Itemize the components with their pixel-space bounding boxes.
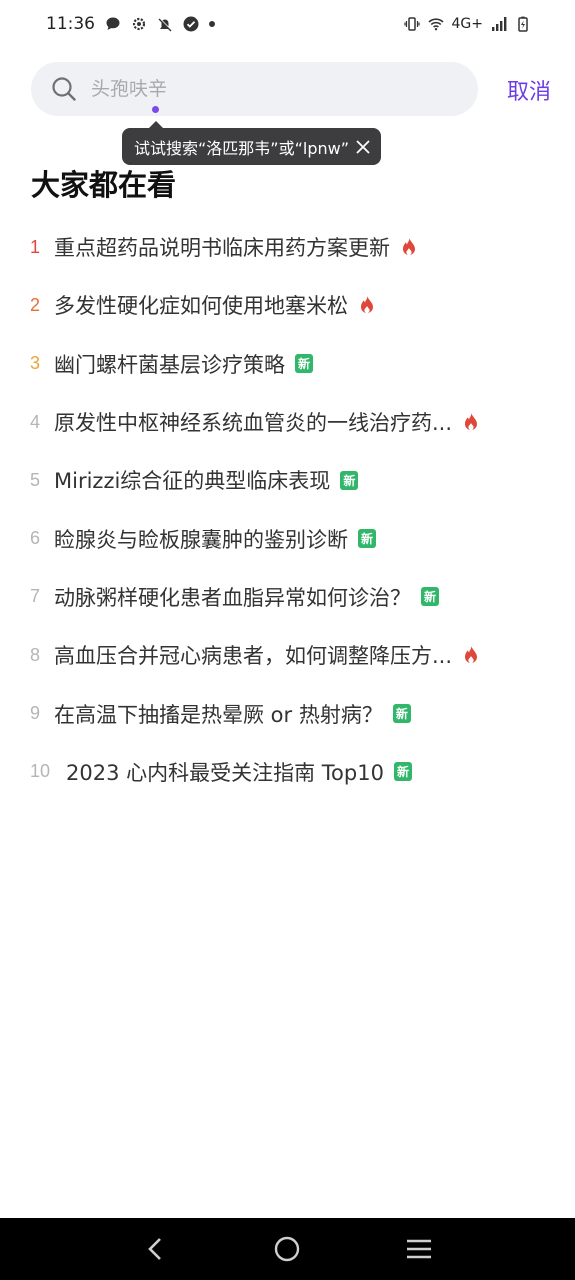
rank-number: 3 [30, 353, 41, 374]
rank-number: 7 [30, 586, 41, 607]
tooltip-text: 试试搜索“洛匹那韦”或“lpnw” [134, 138, 349, 158]
check-circle-icon [183, 16, 199, 32]
new-badge: 新 [392, 704, 411, 724]
fire-icon [465, 646, 478, 664]
list-item-text: Mirizzi综合征的典型临床表现 [54, 469, 331, 494]
fire-icon [403, 238, 415, 256]
network-type: 4G+ [451, 16, 484, 32]
new-badge: 新 [421, 587, 440, 607]
close-icon[interactable] [355, 139, 371, 155]
list-item[interactable]: 10 2023 心内科最受关注指南 Top10 新 [30, 743, 550, 801]
rank-number: 8 [30, 644, 41, 665]
list-item[interactable]: 9 在高温下抽搐是热晕厥 or 热射病？ 新 [30, 684, 550, 742]
list-item[interactable]: 8 高血压合并冠心病患者，如何调整降压方... [30, 626, 550, 684]
wifi-icon [427, 18, 444, 31]
list-item[interactable]: 2 多发性硬化症如何使用地塞米松 [30, 276, 550, 334]
list-item-text: 多发性硬化症如何使用地塞米松 [54, 294, 348, 319]
list-item-text: 高血压合并冠心病患者，如何调整降压方... [54, 644, 453, 669]
tooltip-anchor-dot [152, 106, 159, 113]
list-item[interactable]: 7 动脉粥样硬化患者血脂异常如何诊治？ 新 [30, 568, 550, 626]
back-icon [147, 1238, 161, 1260]
list-item[interactable]: 1 重点超药品说明书临床用药方案更新 [30, 218, 550, 276]
trending-list: 1 重点超药品说明书临床用药方案更新 2 多发性硬化症如何使用地塞米松 3 幽门… [30, 218, 550, 801]
home-button[interactable] [267, 1229, 307, 1269]
new-badge: 新 [358, 529, 377, 549]
signal-icon [492, 17, 507, 31]
fire-icon [361, 296, 373, 314]
list-item-text: 动脉粥样硬化患者血脂异常如何诊治？ [54, 585, 411, 610]
new-badge: 新 [340, 470, 359, 490]
list-item-text: 睑腺炎与睑板腺囊肿的鉴别诊断 [54, 527, 348, 552]
rank-number: 6 [30, 528, 41, 549]
battery-charging-icon [518, 16, 528, 32]
fire-icon [465, 413, 478, 431]
rank-number: 5 [30, 469, 41, 490]
new-badge: 新 [295, 354, 314, 374]
cancel-button[interactable]: 取消 [507, 74, 551, 106]
vibrate-icon [403, 17, 420, 31]
new-badge: 新 [393, 762, 412, 782]
status-bar: 11:36 4G+ [0, 0, 575, 48]
search-icon [52, 77, 76, 101]
notification-off-icon [158, 17, 172, 32]
list-item[interactable]: 5 Mirizzi综合征的典型临床表现 新 [30, 451, 550, 509]
rank-number: 9 [30, 703, 41, 724]
system-navigation-bar [0, 1218, 575, 1280]
search-input[interactable] [91, 78, 431, 100]
rank-number: 2 [30, 294, 41, 315]
rank-number: 4 [30, 411, 41, 432]
chat-icon [106, 17, 120, 30]
recents-button[interactable] [399, 1229, 439, 1269]
list-item[interactable]: 4 原发性中枢神经系统血管炎的一线治疗药... [30, 393, 550, 451]
section-title: 大家都在看 [31, 168, 177, 202]
rank-number: 10 [30, 761, 51, 782]
list-item-text: 在高温下抽搐是热晕厥 or 热射病？ [54, 702, 383, 727]
list-item[interactable]: 6 睑腺炎与睑板腺囊肿的鉴别诊断 新 [30, 509, 550, 567]
list-item[interactable]: 3 幽门螺杆菌基层诊疗策略 新 [30, 335, 550, 393]
search-row: 取消 [31, 62, 551, 116]
search-tip-tooltip: 试试搜索“洛匹那韦”或“lpnw” [122, 121, 381, 165]
more-notifications-icon [209, 21, 215, 27]
list-item-text: 原发性中枢神经系统血管炎的一线治疗药... [54, 411, 453, 436]
list-item-text: 2023 心内科最受关注指南 Top10 [66, 760, 384, 785]
search-bar[interactable] [31, 62, 478, 116]
back-button[interactable] [136, 1229, 176, 1269]
settings-icon [132, 17, 146, 31]
list-item-text: 幽门螺杆菌基层诊疗策略 [54, 352, 285, 377]
list-item-text: 重点超药品说明书临床用药方案更新 [54, 236, 390, 261]
home-icon [275, 1236, 300, 1262]
rank-number: 1 [30, 236, 41, 257]
menu-icon [407, 1239, 432, 1259]
status-time: 11:36 [46, 14, 95, 34]
